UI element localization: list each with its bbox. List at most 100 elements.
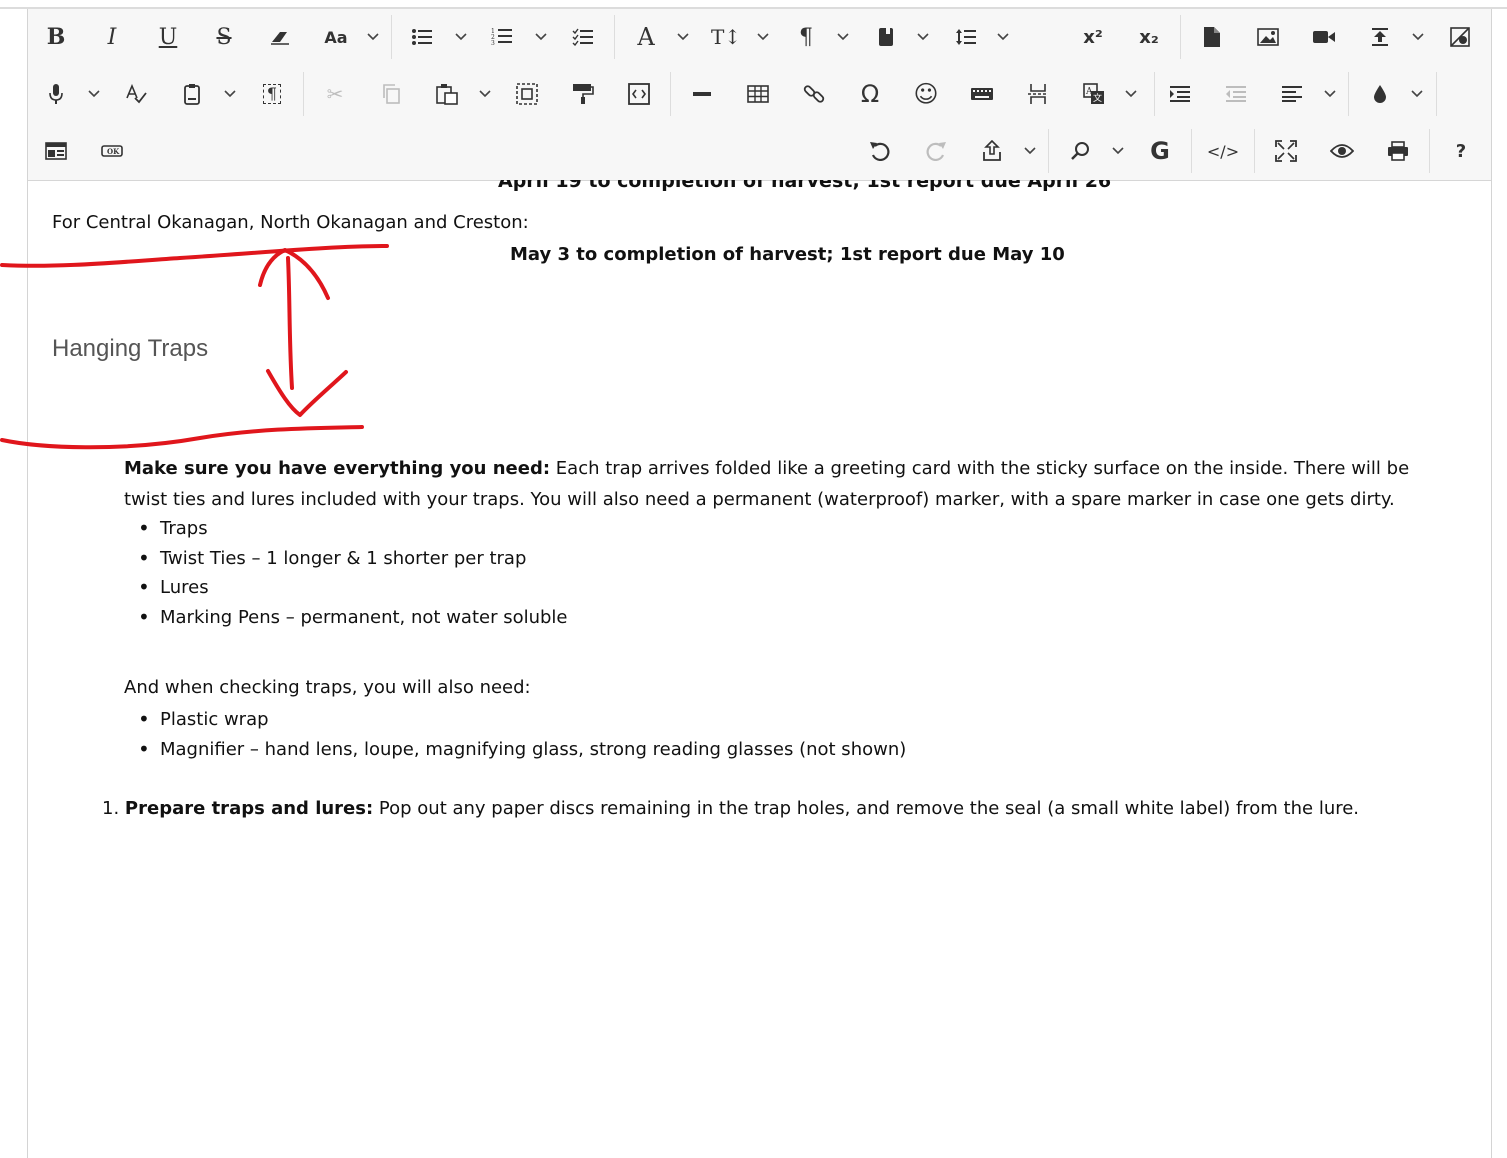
- insert-template-button[interactable]: [621, 66, 657, 122]
- chevron-down-icon[interactable]: [363, 9, 383, 65]
- keyboard-button[interactable]: [964, 66, 1000, 122]
- spellcheck-button[interactable]: [118, 66, 154, 122]
- horizontal-line-button[interactable]: [684, 66, 720, 122]
- paragraph-style-button[interactable]: [868, 9, 904, 65]
- select-all-icon: [516, 83, 538, 105]
- indent-button[interactable]: [1162, 66, 1198, 122]
- cut-button[interactable]: ✂: [317, 66, 353, 122]
- chevron-down-icon[interactable]: [451, 9, 471, 65]
- bookmark-icon: [879, 28, 893, 46]
- underline-button[interactable]: U: [150, 9, 186, 65]
- step-text: Pop out any paper discs remaining in the…: [373, 798, 1360, 819]
- chevron-down-icon[interactable]: [913, 9, 933, 65]
- video-icon: [1313, 31, 1335, 43]
- indent-icon: [1170, 86, 1190, 102]
- page-break-button[interactable]: [1020, 66, 1056, 122]
- toolbar-separator: [303, 72, 304, 116]
- line-height-button[interactable]: [948, 9, 984, 65]
- chevron-down-icon[interactable]: [1408, 9, 1428, 65]
- toolbar-separator: [1348, 72, 1349, 116]
- grammar-button[interactable]: G: [1142, 123, 1178, 179]
- image-manager-button[interactable]: [1442, 9, 1478, 65]
- insert-table-button[interactable]: [740, 66, 776, 122]
- font-color-button[interactable]: A: [628, 9, 664, 65]
- horizontal-line-icon: [693, 92, 711, 96]
- copy-button[interactable]: [373, 66, 409, 122]
- subscript-button[interactable]: x₂: [1131, 9, 1167, 65]
- show-formatting-button[interactable]: ¶: [254, 66, 290, 122]
- list-item: Lures: [124, 573, 568, 603]
- toolbar-separator: [1436, 72, 1437, 116]
- numbered-list-icon: 123: [491, 28, 512, 47]
- code-view-button[interactable]: </>: [1205, 123, 1241, 179]
- undo-button[interactable]: [862, 123, 898, 179]
- format-painter-button[interactable]: [565, 66, 601, 122]
- outdent-icon: [1226, 86, 1246, 102]
- chevron-down-icon[interactable]: [1121, 66, 1141, 122]
- chevron-down-icon[interactable]: [220, 66, 240, 122]
- checklist-button[interactable]: [565, 9, 601, 65]
- select-all-button[interactable]: [509, 66, 545, 122]
- paragraph-format-button[interactable]: ¶: [788, 9, 824, 65]
- chevron-down-icon[interactable]: [1407, 66, 1427, 122]
- clear-format-button[interactable]: [262, 9, 298, 65]
- insert-video-button[interactable]: [1306, 9, 1342, 65]
- outdent-button[interactable]: [1218, 66, 1254, 122]
- highlight-color-button[interactable]: [1362, 66, 1398, 122]
- search-icon: [1071, 142, 1089, 160]
- chevron-down-icon[interactable]: [833, 9, 853, 65]
- print-button[interactable]: [1380, 123, 1416, 179]
- fullscreen-button[interactable]: [1268, 123, 1304, 179]
- strikethrough-button[interactable]: S: [206, 9, 242, 65]
- intro-paragraph: Make sure you have everything you need: …: [124, 453, 1454, 515]
- bold-button[interactable]: B: [38, 9, 74, 65]
- export-button[interactable]: [974, 123, 1010, 179]
- insert-link-button[interactable]: [796, 66, 832, 122]
- image-manager-icon: [1450, 27, 1470, 47]
- date-range-text: May 3 to completion of harvest; 1st repo…: [510, 244, 1065, 265]
- bullet-list-button[interactable]: [404, 9, 440, 65]
- svg-text:3: 3: [491, 40, 495, 47]
- upload-button[interactable]: [1362, 9, 1398, 65]
- chevron-down-icon[interactable]: [993, 9, 1013, 65]
- layout-button[interactable]: [38, 123, 74, 179]
- font-size-button[interactable]: T↕: [708, 9, 744, 65]
- clipboard-button[interactable]: [174, 66, 210, 122]
- italic-button[interactable]: I: [94, 9, 130, 65]
- chevron-down-icon[interactable]: [1320, 66, 1340, 122]
- help-button[interactable]: ?: [1443, 123, 1479, 179]
- scrolled-text-line: April 19 to completion of harvest; 1st r…: [498, 180, 1112, 192]
- chevron-down-icon[interactable]: [1108, 123, 1128, 179]
- paste-icon: [436, 84, 458, 105]
- page-break-icon: [1028, 84, 1048, 104]
- superscript-button[interactable]: x²: [1075, 9, 1111, 65]
- form-button[interactable]: OK: [94, 123, 130, 179]
- preview-button[interactable]: [1324, 123, 1360, 179]
- numbered-list-button[interactable]: 123: [484, 9, 520, 65]
- chevron-down-icon[interactable]: [531, 9, 551, 65]
- translate-button[interactable]: A文: [1076, 66, 1112, 122]
- fullscreen-icon: [1275, 140, 1297, 162]
- undo-icon: [870, 142, 890, 161]
- find-button[interactable]: [1062, 123, 1098, 179]
- align-button[interactable]: [1274, 66, 1310, 122]
- special-characters-button[interactable]: Ω: [852, 66, 888, 122]
- chevron-down-icon[interactable]: [84, 66, 104, 122]
- chevron-down-icon[interactable]: [673, 9, 693, 65]
- insert-file-button[interactable]: [1194, 9, 1230, 65]
- chevron-down-icon[interactable]: [1020, 123, 1040, 179]
- step-bold: Prepare traps and lures:: [124, 798, 374, 819]
- svg-text:OK: OK: [107, 147, 120, 156]
- paste-button[interactable]: [429, 66, 465, 122]
- editor-content[interactable]: April 19 to completion of harvest; 1st r…: [28, 180, 1491, 1158]
- eye-icon: [1330, 144, 1354, 158]
- chevron-down-icon[interactable]: [475, 66, 495, 122]
- microphone-button[interactable]: [38, 66, 74, 122]
- emoticons-button[interactable]: ☺: [908, 66, 944, 122]
- insert-image-button[interactable]: [1250, 9, 1286, 65]
- redo-button[interactable]: [918, 123, 954, 179]
- toolbar-separator: [1429, 129, 1430, 173]
- chevron-down-icon[interactable]: [753, 9, 773, 65]
- font-family-button[interactable]: Aa: [318, 9, 354, 65]
- toolbar-separator: [391, 15, 392, 59]
